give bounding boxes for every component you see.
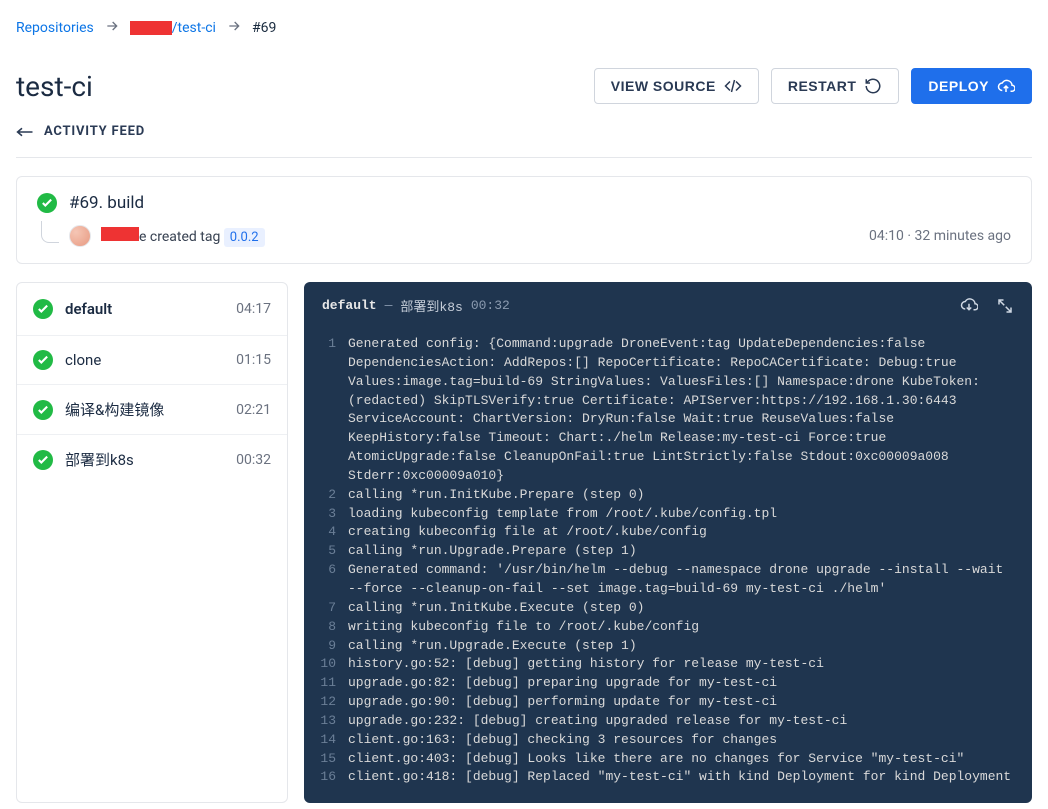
log-line-text: calling *run.InitKube.Prepare (step 0) [348, 486, 1016, 505]
step-name: 编译&构建镜像 [65, 399, 164, 420]
breadcrumb-build: #69 [252, 20, 276, 36]
log-line: 10history.go:52: [debug] getting history… [304, 655, 1032, 674]
code-icon [724, 77, 742, 95]
log-line: 4creating kubeconfig file at /root/.kube… [304, 523, 1032, 542]
step-time: 01:15 [236, 352, 271, 368]
log-body[interactable]: 1Generated config: {Command:upgrade Dron… [304, 329, 1032, 803]
log-step-name: 部署到k8s [400, 296, 462, 315]
check-circle-icon [37, 193, 57, 213]
log-line: 5calling *run.Upgrade.Prepare (step 1) [304, 542, 1032, 561]
check-circle-icon [33, 450, 53, 470]
restart-button[interactable]: RESTART [771, 68, 900, 104]
step-time: 02:21 [236, 402, 271, 418]
log-step-time: 00:32 [471, 298, 510, 313]
log-line: 2calling *run.InitKube.Prepare (step 0) [304, 486, 1032, 505]
check-circle-icon [33, 400, 53, 420]
stage-time: 04:17 [236, 301, 271, 317]
log-line-text: client.go:163: [debug] checking 3 resour… [348, 731, 1016, 750]
log-line-number: 5 [320, 542, 348, 561]
redacted-owner [130, 21, 172, 35]
log-line: 12upgrade.go:90: [debug] performing upda… [304, 693, 1032, 712]
view-source-button[interactable]: VIEW SOURCE [594, 68, 759, 104]
log-line-text: calling *run.Upgrade.Execute (step 1) [348, 637, 1016, 656]
step-name: clone [65, 351, 101, 369]
log-line-text: Generated command: '/usr/bin/helm --debu… [348, 561, 1016, 599]
activity-feed-link[interactable]: ACTIVITY FEED [16, 112, 145, 157]
log-line: 11upgrade.go:82: [debug] preparing upgra… [304, 674, 1032, 693]
download-icon[interactable] [960, 297, 978, 315]
log-line-text: client.go:418: [debug] Replaced "my-test… [348, 768, 1016, 787]
arrow-left-icon [16, 126, 34, 138]
log-line-text: history.go:52: [debug] getting history f… [348, 655, 1016, 674]
log-stage-name: default [322, 298, 377, 313]
log-line-text: upgrade.go:82: [debug] preparing upgrade… [348, 674, 1016, 693]
avatar [69, 225, 91, 247]
log-line-number: 10 [320, 655, 348, 674]
step-item-deploy[interactable]: 部署到k8s 00:32 [17, 435, 287, 484]
log-line-number: 2 [320, 486, 348, 505]
step-item-clone[interactable]: clone 01:15 [17, 336, 287, 385]
log-line: 16client.go:418: [debug] Replaced "my-te… [304, 768, 1032, 787]
log-line-text: Generated config: {Command:upgrade Drone… [348, 335, 1016, 486]
log-line-text: client.go:403: [debug] Looks like there … [348, 750, 1016, 769]
log-panel: default — 部署到k8s 00:32 1Generated config… [304, 282, 1032, 803]
log-line-text: calling *run.Upgrade.Prepare (step 1) [348, 542, 1016, 561]
log-line-text: calling *run.InitKube.Execute (step 0) [348, 599, 1016, 618]
log-line-number: 14 [320, 731, 348, 750]
step-time: 00:32 [236, 452, 271, 468]
log-line: 8writing kubeconfig file to /root/.kube/… [304, 618, 1032, 637]
log-line: 6Generated command: '/usr/bin/helm --deb… [304, 561, 1032, 599]
log-line-text: loading kubeconfig template from /root/.… [348, 505, 1016, 524]
refresh-icon [864, 77, 882, 95]
arrow-right-icon [226, 18, 242, 38]
log-line-number: 3 [320, 505, 348, 524]
steps-panel: default 04:17 clone 01:15 编译&构建镜像 02:21 [16, 282, 288, 803]
log-line-number: 12 [320, 693, 348, 712]
divider [16, 157, 1032, 158]
build-title: #69. build [69, 193, 144, 213]
arrow-right-icon [104, 18, 120, 38]
log-line-text: upgrade.go:90: [debug] performing update… [348, 693, 1016, 712]
deploy-button[interactable]: DEPLOY [911, 68, 1032, 104]
log-line: 3loading kubeconfig template from /root/… [304, 505, 1032, 524]
tag-badge[interactable]: 0.0.2 [224, 228, 265, 247]
log-line: 9calling *run.Upgrade.Execute (step 1) [304, 637, 1032, 656]
log-line: 7calling *run.InitKube.Execute (step 0) [304, 599, 1032, 618]
log-line-number: 11 [320, 674, 348, 693]
log-line-number: 9 [320, 637, 348, 656]
log-line-number: 8 [320, 618, 348, 637]
page-title: test-ci [16, 70, 93, 103]
log-separator: — [385, 298, 393, 313]
log-line-number: 16 [320, 768, 348, 787]
stage-item[interactable]: default 04:17 [17, 283, 287, 336]
breadcrumb: Repositories /test-ci #69 [16, 0, 1032, 48]
breadcrumb-repo[interactable]: /test-ci [130, 20, 216, 36]
author-line: e created tag 0.0.2 [101, 227, 265, 245]
branch-line [41, 221, 59, 243]
log-line: 14client.go:163: [debug] checking 3 reso… [304, 731, 1032, 750]
log-line-number: 13 [320, 712, 348, 731]
log-line-text: writing kubeconfig file to /root/.kube/c… [348, 618, 1016, 637]
stage-name: default [65, 300, 112, 318]
step-name: 部署到k8s [65, 449, 134, 470]
log-line-number: 7 [320, 599, 348, 618]
build-header-card: #69. build e created tag 0.0.2 04:10 · 3… [16, 176, 1032, 264]
cloud-upload-icon [997, 77, 1015, 95]
step-item-build[interactable]: 编译&构建镜像 02:21 [17, 385, 287, 435]
log-line: 13upgrade.go:232: [debug] creating upgra… [304, 712, 1032, 731]
log-line-number: 6 [320, 561, 348, 580]
log-line: 1Generated config: {Command:upgrade Dron… [304, 335, 1032, 486]
log-line-number: 15 [320, 750, 348, 769]
check-circle-icon [33, 350, 53, 370]
redacted-author [101, 227, 139, 241]
log-line-number: 1 [320, 335, 348, 354]
build-meta: 04:10 · 32 minutes ago [869, 228, 1011, 244]
log-line-text: creating kubeconfig file at /root/.kube/… [348, 523, 1016, 542]
check-circle-icon [33, 299, 53, 319]
log-line-number: 4 [320, 523, 348, 542]
log-line: 15client.go:403: [debug] Looks like ther… [304, 750, 1032, 769]
log-line-text: upgrade.go:232: [debug] creating upgrade… [348, 712, 1016, 731]
breadcrumb-repositories[interactable]: Repositories [16, 20, 94, 36]
fullscreen-icon[interactable] [996, 297, 1014, 315]
